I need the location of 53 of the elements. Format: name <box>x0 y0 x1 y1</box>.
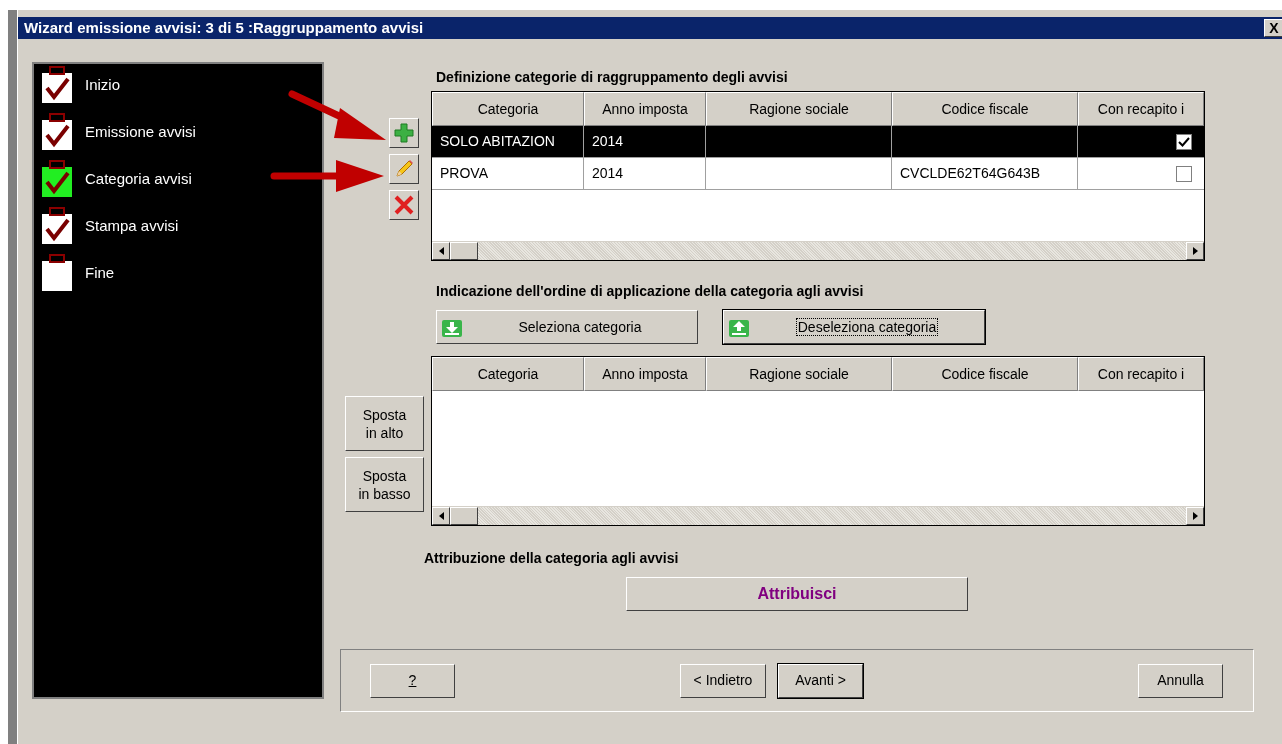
cancel-button[interactable]: Annulla <box>1138 663 1223 698</box>
step-label: Stampa avvisi <box>85 215 179 236</box>
edit-button[interactable] <box>389 154 419 184</box>
table-row[interactable]: PROVA 2014 CVCLDE62T64G643B <box>432 158 1204 190</box>
column-header[interactable]: Codice fiscale <box>892 92 1078 126</box>
add-button[interactable] <box>389 118 419 148</box>
move-up-button[interactable]: Sposta in alto <box>345 396 424 451</box>
scrollbar-thumb[interactable] <box>450 242 478 260</box>
checkbox[interactable] <box>1176 165 1192 182</box>
horizontal-scrollbar[interactable] <box>432 506 1204 525</box>
step-label: Inizio <box>85 74 121 95</box>
step-label: Emissione avvisi <box>85 121 196 142</box>
pencil-icon <box>394 159 414 179</box>
right-arrow-icon <box>1192 247 1198 255</box>
table-row[interactable]: SOLO ABITAZION 2014 <box>432 126 1204 158</box>
deselect-button[interactable]: Deseleziona categoria <box>723 310 985 344</box>
table-cell-text: SOLO ABITAZION <box>440 132 555 151</box>
section-heading: Indicazione dell'ordine di applicazione della categoria agli avvisi <box>436 282 865 301</box>
right-arrow-icon <box>1192 512 1198 520</box>
step-label: Categoria avvisi <box>85 168 192 189</box>
window-title: Wizard emissione avvisi: 3 di 5 :Raggruppamento avvisi <box>24 17 424 38</box>
left-arrow-icon <box>438 247 444 255</box>
help-button[interactable]: ? <box>370 663 455 698</box>
section-heading: Attribuzione della categoria agli avvisi <box>424 549 680 568</box>
close-icon <box>394 195 414 215</box>
column-header[interactable]: Categoria <box>432 92 584 126</box>
column-header[interactable]: Con recapito i <box>1078 357 1204 391</box>
scrollbar-thumb[interactable] <box>450 507 478 525</box>
step-label: Fine <box>85 262 115 283</box>
assign-button[interactable]: Attribuisci <box>626 577 968 611</box>
select-button[interactable]: Seleziona categoria <box>436 310 698 344</box>
horizontal-scrollbar[interactable] <box>432 241 1204 260</box>
left-arrow-icon <box>438 512 444 520</box>
next-button[interactable]: Avanti > <box>778 663 863 698</box>
table-cell-text: 2014 <box>592 132 624 151</box>
column-header[interactable]: Anno imposta <box>584 92 706 126</box>
column-header[interactable]: Ragione sociale <box>706 357 892 391</box>
column-header[interactable]: Con recapito i <box>1078 92 1204 126</box>
table-cell-text: CVCLDE62T64G643B <box>900 164 1041 183</box>
plus-icon <box>394 123 414 143</box>
delete-button[interactable] <box>389 190 419 220</box>
section-heading: Definizione categorie di raggruppamento degli avvisi <box>436 68 789 87</box>
close-button[interactable]: X <box>1264 19 1282 37</box>
column-header[interactable]: Anno imposta <box>584 357 706 391</box>
checkbox[interactable] <box>1176 133 1192 150</box>
column-header[interactable]: Codice fiscale <box>892 357 1078 391</box>
move-down-button[interactable]: Sposta in basso <box>345 457 424 512</box>
back-button[interactable]: < Indietro <box>680 663 766 698</box>
check-icon <box>1178 136 1190 147</box>
column-header[interactable]: Ragione sociale <box>706 92 892 126</box>
table-cell-text: PROVA <box>440 164 488 183</box>
table-cell-text: 2014 <box>592 164 624 183</box>
column-header[interactable]: Categoria <box>432 357 584 391</box>
